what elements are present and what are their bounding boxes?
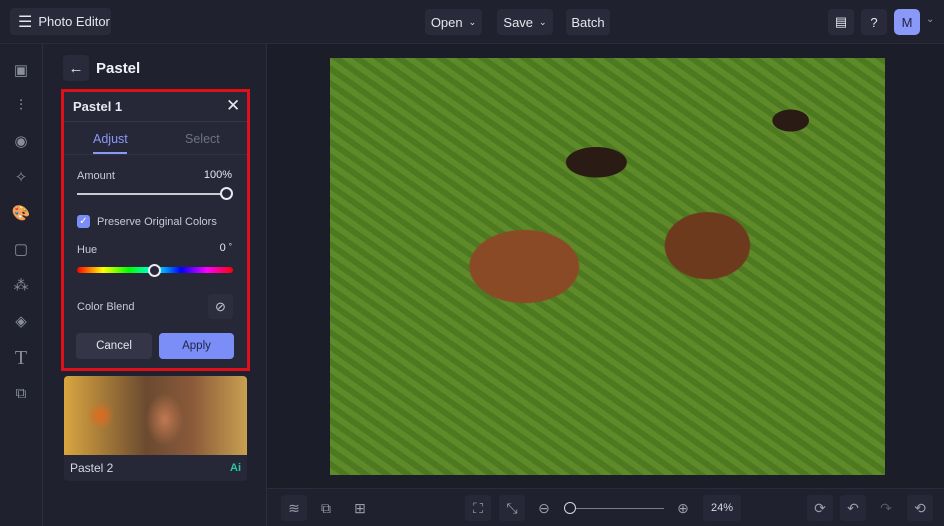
photo-canvas[interactable]: [330, 58, 885, 475]
zoom-in-icon[interactable]: ⊕: [670, 495, 696, 521]
close-icon[interactable]: ✕: [226, 96, 240, 116]
color-blend-label: Color Blend: [77, 301, 135, 313]
adjust-sliders-icon[interactable]: ⫶: [11, 96, 31, 116]
zoom-out-icon[interactable]: ⊖: [531, 495, 557, 521]
ai-badge: Ai: [230, 462, 241, 474]
shrink-icon[interactable]: ⤡: [499, 495, 525, 521]
open-button[interactable]: Open ⌄: [425, 9, 482, 35]
account-chevron-icon[interactable]: ⌄: [926, 14, 934, 25]
open-label: Open: [430, 14, 463, 30]
texture-icon[interactable]: ◈: [11, 312, 31, 332]
chevron-down-icon: ⌄: [468, 16, 477, 27]
hue-label: Hue: [77, 244, 98, 256]
frame-icon[interactable]: ▢: [11, 240, 31, 260]
apply-button[interactable]: Apply: [159, 333, 234, 359]
save-label: Save: [503, 14, 534, 30]
undo-icon[interactable]: ↶: [840, 495, 866, 521]
shapes-icon[interactable]: ⁂: [11, 276, 31, 296]
batch-button[interactable]: Batch: [566, 9, 610, 35]
feedback-icon[interactable]: ▤: [828, 9, 854, 35]
preserve-colors-label: Preserve Original Colors: [97, 216, 217, 228]
preset-pastel-2[interactable]: Pastel 2 Ai: [64, 376, 247, 481]
layers-icon[interactable]: ≋: [281, 495, 307, 521]
reset-icon[interactable]: ⟳: [807, 495, 833, 521]
zoom-slider-handle[interactable]: [564, 502, 576, 514]
cancel-button[interactable]: Cancel: [76, 333, 152, 359]
no-color-icon[interactable]: ⊘: [208, 294, 233, 319]
amount-slider[interactable]: [77, 193, 232, 195]
preset-thumbnail: [64, 376, 247, 455]
back-button[interactable]: ←: [63, 55, 89, 81]
image-icon[interactable]: ▣: [11, 61, 31, 81]
grid-icon[interactable]: ⊞: [347, 495, 373, 521]
duplicate-icon[interactable]: ⧉: [313, 495, 339, 521]
text-icon[interactable]: T: [11, 348, 31, 368]
overlay-icon[interactable]: ⧉: [11, 384, 31, 404]
fit-screen-icon[interactable]: ⛶: [465, 495, 491, 521]
card-title: Pastel 1: [73, 99, 123, 114]
hue-slider-handle[interactable]: [148, 264, 161, 277]
tool-rail: ▣ ⫶ ◉ ✧ 🎨 ▢ ⁂ ◈ T ⧉: [0, 44, 43, 526]
amount-value[interactable]: 100%: [194, 169, 232, 181]
history-icon[interactable]: ⟲: [907, 495, 933, 521]
hamburger-icon: ☰: [18, 13, 33, 31]
hue-value-input[interactable]: 0 °: [198, 242, 232, 257]
amount-slider-handle[interactable]: [220, 187, 233, 200]
avatar[interactable]: M: [894, 9, 920, 35]
hue-unit: °: [228, 242, 232, 251]
chevron-down-icon: ⌄: [539, 16, 547, 27]
app-title: Photo Editor: [38, 14, 110, 29]
top-bar: ☰ Photo Editor Open ⌄ Save ⌄ Batch ▤ ? M ⌄: [0, 0, 944, 44]
tab-adjust[interactable]: Adjust: [93, 132, 128, 146]
save-button[interactable]: Save ⌄: [497, 9, 553, 35]
menu-button[interactable]: ☰ Photo Editor: [10, 8, 111, 35]
hue-value: 0: [219, 242, 226, 254]
amount-label: Amount: [77, 170, 115, 182]
eye-icon[interactable]: ◉: [11, 132, 31, 152]
tab-select[interactable]: Select: [185, 132, 220, 146]
help-icon[interactable]: ?: [861, 9, 887, 35]
redo-icon[interactable]: ↷: [873, 495, 899, 521]
zoom-level[interactable]: 24%: [703, 495, 741, 521]
zoom-slider[interactable]: [564, 508, 664, 509]
panel-title: Pastel: [96, 60, 141, 77]
pastel-1-settings-card: Pastel 1 ✕ Adjust Select Amount 100% ✓ P…: [61, 89, 250, 371]
preserve-colors-checkbox[interactable]: ✓: [77, 215, 90, 228]
sparkle-effects-icon[interactable]: ✧: [11, 168, 31, 188]
palette-artsy-icon[interactable]: 🎨: [11, 204, 31, 224]
bottom-toolbar: ≋ ⧉ ⊞ ⛶ ⤡ ⊖ ⊕ 24% ⟳ ↶ ↷ ⟲: [267, 488, 944, 526]
preset-title: Pastel 2: [70, 461, 114, 475]
